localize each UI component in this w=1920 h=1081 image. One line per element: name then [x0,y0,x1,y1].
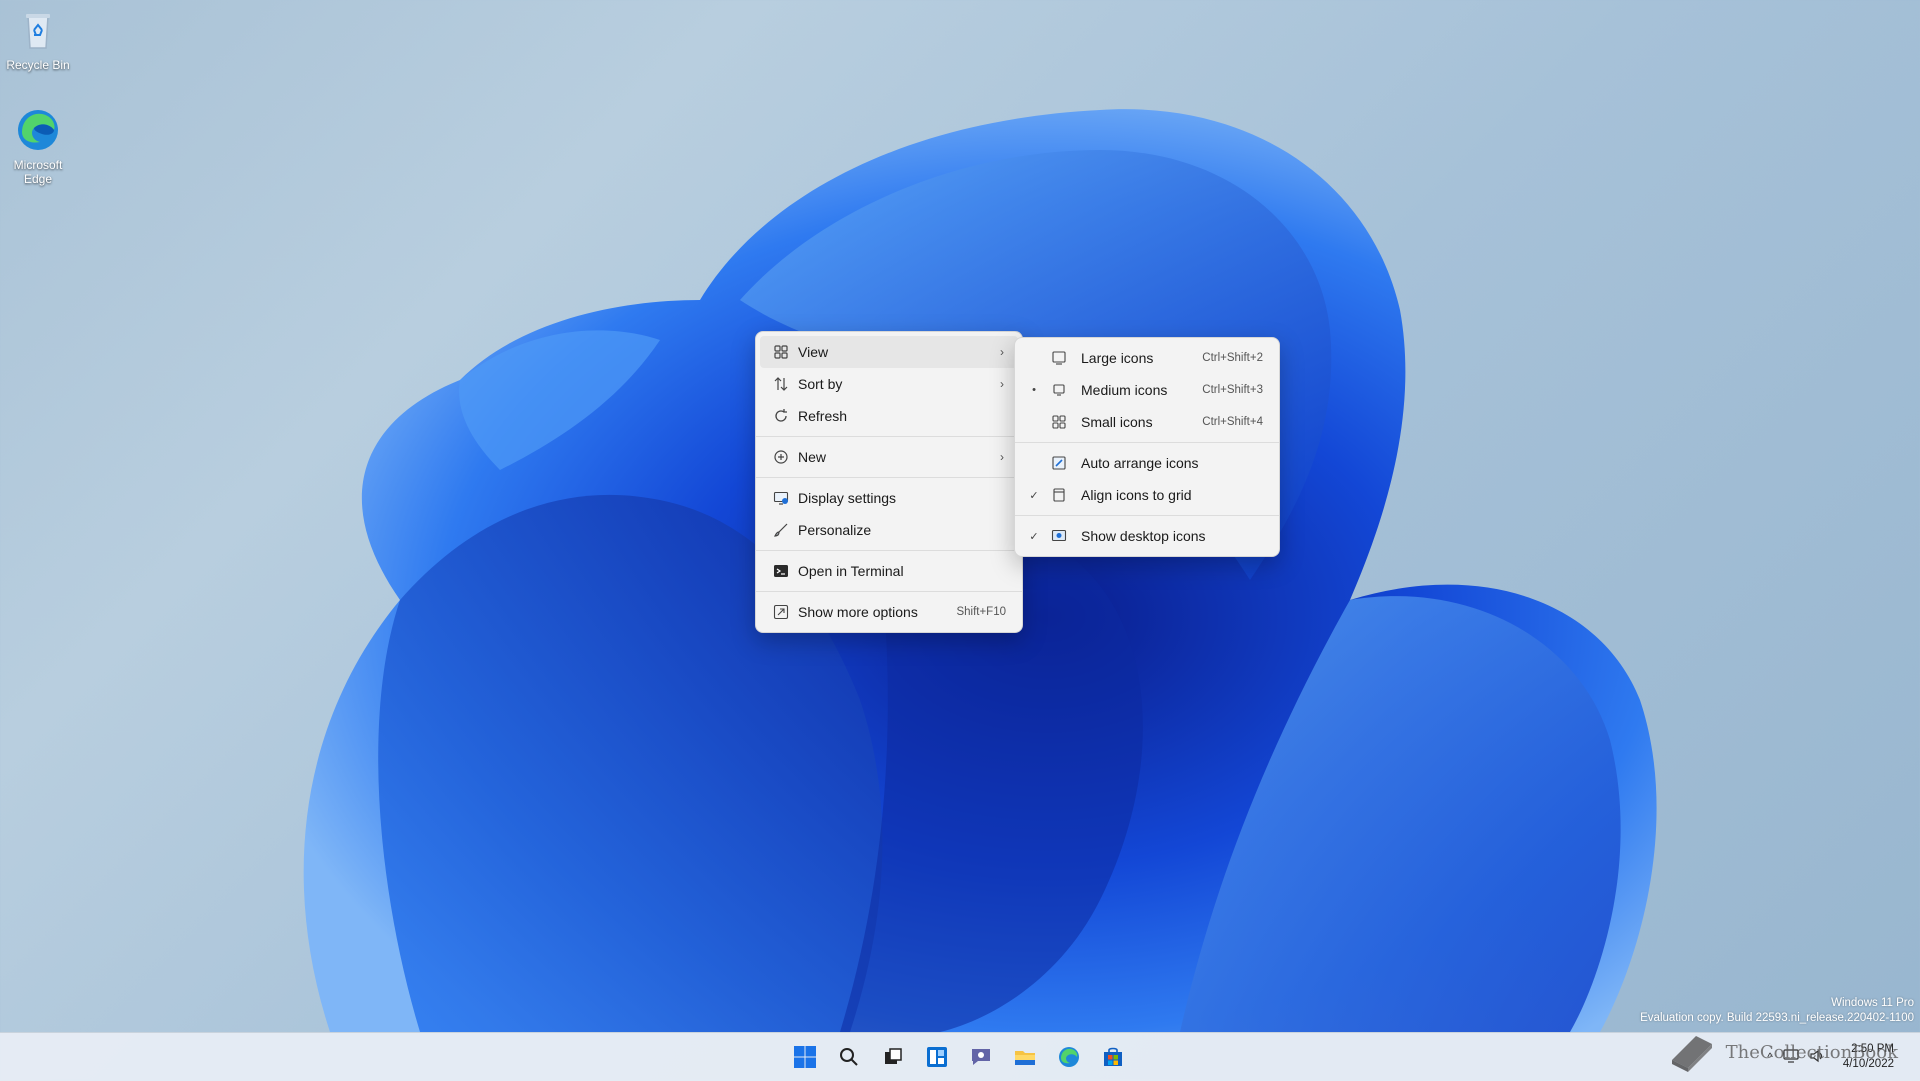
check-icon: ✓ [1029,489,1039,502]
submenu-item-label: Align icons to grid [1081,487,1192,503]
edge-icon [1059,1047,1079,1067]
widgets-button[interactable] [922,1042,952,1072]
submenu-item-large-icons[interactable]: Large icons Ctrl+Shift+2 [1019,342,1275,374]
auto-arrange-icon [1045,455,1073,471]
search-icon [840,1048,858,1066]
submenu-item-label: Auto arrange icons [1081,455,1199,471]
menu-item-view[interactable]: View › [760,336,1018,368]
widgets-icon [927,1047,947,1067]
menu-item-refresh[interactable]: Refresh [760,400,1018,432]
taskbar-apps [790,1033,1128,1081]
submenu-item-show-desktop-icons[interactable]: ✓ Show desktop icons [1019,520,1275,552]
taskbar-search-button[interactable] [834,1042,864,1072]
task-view-icon [885,1048,902,1064]
chevron-right-icon: › [1000,450,1004,464]
selection-mark: • [1032,384,1036,396]
menu-item-show-more-options[interactable]: Show more options Shift+F10 [760,596,1018,628]
menu-item-new[interactable]: New › [760,441,1018,473]
file-explorer-icon [1015,1051,1035,1065]
desktop-icon-label: Recycle Bin [6,58,70,72]
menu-item-open-in-terminal[interactable]: Open in Terminal [760,555,1018,587]
submenu-item-label: Medium icons [1081,382,1168,398]
menu-item-label: Refresh [798,408,848,424]
sort-icon [764,376,798,392]
menu-item-label: Personalize [798,522,872,538]
menu-item-label: Open in Terminal [798,563,904,579]
display-icon [764,490,798,506]
more-options-icon [764,604,798,620]
store-button[interactable] [1098,1042,1128,1072]
view-submenu: Large icons Ctrl+Shift+2 • Medium icons … [1014,337,1280,557]
menu-separator [756,477,1022,478]
show-desktop-icon [1045,528,1073,544]
menu-item-label: Show more options [798,604,918,620]
start-icon [794,1046,816,1068]
task-view-button[interactable] [878,1042,908,1072]
desktop-icon-edge[interactable]: Microsoft Edge [0,106,76,186]
book-icon [1671,1036,1712,1072]
brush-icon [764,522,798,538]
edge-taskbar-button[interactable] [1054,1042,1084,1072]
check-icon: ✓ [1029,530,1039,543]
desktop-context-menu: View › Sort by › Refresh New › Display s… [755,331,1023,633]
menu-separator [1015,515,1279,516]
refresh-icon [764,408,798,424]
menu-item-label: New [798,449,827,465]
submenu-item-medium-icons[interactable]: • Medium icons Ctrl+Shift+3 [1019,374,1275,406]
submenu-item-small-icons[interactable]: Small icons Ctrl+Shift+4 [1019,406,1275,438]
submenu-item-label: Large icons [1081,350,1154,366]
menu-item-shortcut: Shift+F10 [956,606,1006,618]
desktop-icon-recycle-bin[interactable]: Recycle Bin [0,6,76,72]
small-icons-icon [1045,414,1073,430]
watermark-build: Evaluation copy. Build 22593.ni_release.… [1640,1012,1914,1024]
taskbar: ^ 2:50 PM 4/10/2022 [0,1032,1920,1081]
plus-circle-icon [764,449,798,465]
edge-icon [14,106,62,154]
menu-separator [756,591,1022,592]
chevron-right-icon: › [1000,377,1004,391]
menu-item-sort-by[interactable]: Sort by › [760,368,1018,400]
submenu-item-shortcut: Ctrl+Shift+2 [1202,352,1263,364]
terminal-icon [764,563,798,579]
chat-icon [972,1049,990,1065]
menu-item-personalize[interactable]: Personalize [760,514,1018,546]
large-icons-icon [1045,350,1073,366]
brand-watermark-text: TheCollectionBook [1725,1041,1898,1063]
recycle-bin-icon [14,6,62,54]
brand-watermark: TheCollectionBook [1666,1030,1898,1074]
watermark-edition: Windows 11 Pro [1831,997,1914,1009]
submenu-item-align-icons-to-grid[interactable]: ✓ Align icons to grid [1019,479,1275,511]
menu-item-label: Display settings [798,490,897,506]
chat-button[interactable] [966,1042,996,1072]
menu-separator [1015,442,1279,443]
store-icon [1104,1047,1122,1066]
start-button[interactable] [790,1042,820,1072]
file-explorer-button[interactable] [1010,1042,1040,1072]
menu-item-label: Sort by [798,376,843,392]
grid-icon [764,344,798,360]
submenu-item-auto-arrange-icons[interactable]: Auto arrange icons [1019,447,1275,479]
chevron-right-icon: › [1000,345,1004,359]
menu-item-label: View [798,344,829,360]
align-grid-icon [1045,487,1073,503]
desktop-icon-label: Microsoft Edge [13,158,63,186]
submenu-item-shortcut: Ctrl+Shift+3 [1202,384,1263,396]
submenu-item-label: Show desktop icons [1081,528,1206,544]
menu-item-display-settings[interactable]: Display settings [760,482,1018,514]
menu-separator [756,436,1022,437]
submenu-item-shortcut: Ctrl+Shift+4 [1202,416,1263,428]
menu-separator [756,550,1022,551]
medium-icons-icon [1045,382,1073,398]
evaluation-watermark: Windows 11 Pro Evaluation copy. Build 22… [1640,996,1914,1026]
submenu-item-label: Small icons [1081,414,1153,430]
